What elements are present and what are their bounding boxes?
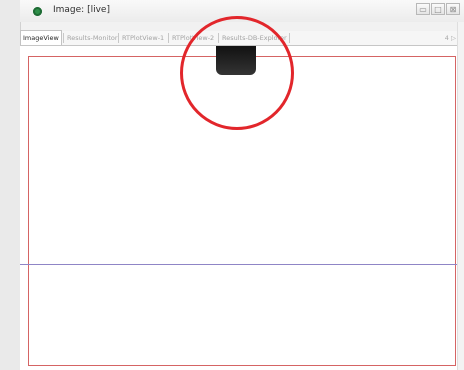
tab-results-monitor[interactable]: Results-Monitor bbox=[65, 31, 118, 45]
tab-rtplotview-1[interactable]: RTPlotView-1 bbox=[120, 31, 167, 45]
tab-separator bbox=[289, 33, 290, 43]
eye-icon bbox=[33, 7, 42, 16]
tab-imageview[interactable]: ImageView bbox=[20, 30, 62, 45]
image-window: Image: [live] ▭ □ ⊠ ImageView Results-Mo… bbox=[0, 0, 464, 370]
window-title: Image: [live] bbox=[53, 5, 110, 15]
left-rail bbox=[0, 0, 21, 370]
tab-scroll-arrows[interactable]: 4 ▷ bbox=[445, 31, 456, 45]
minimize-button[interactable]: ▭ bbox=[416, 3, 430, 15]
maximize-button[interactable]: □ bbox=[431, 3, 445, 15]
right-frame-edge bbox=[457, 22, 464, 370]
image-canvas[interactable] bbox=[20, 16, 464, 370]
horizontal-crosshair bbox=[20, 264, 464, 265]
window-controls: ▭ □ ⊠ bbox=[416, 3, 460, 15]
tab-separator bbox=[168, 33, 169, 43]
tab-separator bbox=[118, 33, 119, 43]
close-button[interactable]: ⊠ bbox=[446, 3, 460, 15]
tab-separator bbox=[63, 33, 64, 43]
highlight-circle bbox=[180, 16, 294, 130]
